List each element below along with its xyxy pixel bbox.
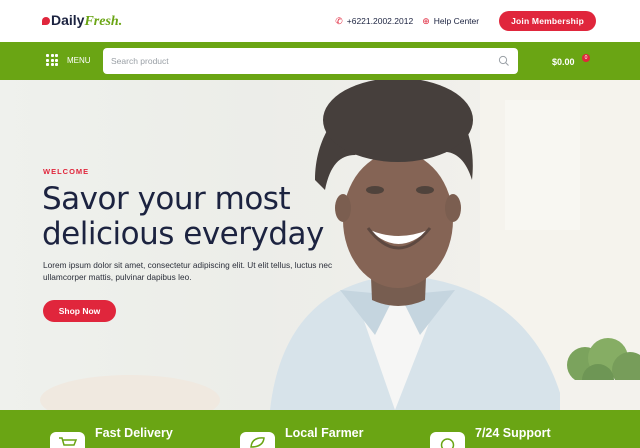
menu-button[interactable]: MENU [46, 54, 91, 66]
logo-mark-icon [42, 17, 50, 25]
help-center-link[interactable]: ⊕ Help Center [422, 16, 479, 27]
cart-count-badge: 0 [582, 54, 590, 62]
support-icon [430, 432, 465, 448]
hero-banner: WELCOME Savor your most delicious everyd… [0, 80, 640, 410]
feature-label: Fast Delivery [95, 426, 173, 440]
phone-icon: ✆ [335, 15, 343, 26]
hero-eyebrow: WELCOME [43, 167, 90, 176]
menu-label: MENU [67, 55, 91, 65]
phone-link[interactable]: ✆ +6221.2002.2012 [335, 16, 413, 27]
phone-number: +6221.2002.2012 [346, 16, 414, 26]
features-bar: Fast Delivery Local Farmer 7/24 Support [0, 410, 640, 448]
search-input[interactable] [111, 54, 491, 68]
hero-description: Lorem ipsum dolor sit amet, consectetur … [43, 260, 333, 282]
feature-label: 7/24 Support [475, 426, 551, 440]
main-nav: MENU $0.00 0 [0, 42, 640, 80]
help-center-label: Help Center [433, 16, 480, 26]
shop-now-button[interactable]: Shop Now [43, 300, 116, 322]
cart-total[interactable]: $0.00 [552, 57, 575, 67]
grid-menu-icon [46, 54, 58, 66]
help-icon: ⊕ [422, 15, 430, 26]
logo-text-fresh: Fresh. [84, 14, 123, 29]
cart-icon [50, 432, 85, 448]
hero-title: Savor your most delicious everyday [42, 181, 324, 252]
feature-label: Local Farmer [285, 426, 364, 440]
search-icon[interactable] [498, 55, 510, 67]
search-box [103, 48, 518, 74]
logo[interactable]: Daily Fresh. [42, 12, 122, 32]
top-bar: Daily Fresh. ✆ +6221.2002.2012 ⊕ Help Ce… [0, 0, 640, 42]
leaf-icon [240, 432, 275, 448]
join-membership-button[interactable]: Join Membership [499, 11, 596, 31]
